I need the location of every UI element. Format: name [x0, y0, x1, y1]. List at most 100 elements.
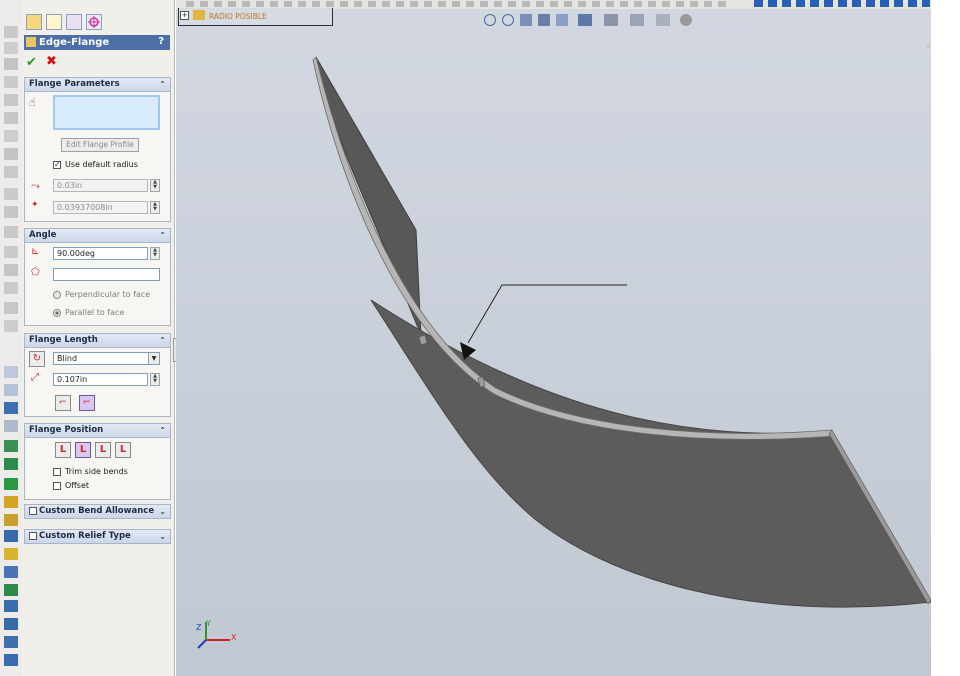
cross-break-icon[interactable] — [4, 514, 18, 526]
face-selection-field[interactable] — [53, 268, 160, 281]
rib-icon[interactable] — [4, 130, 18, 142]
parallel-to-face-radio[interactable] — [53, 309, 61, 317]
reverse-direction-button[interactable]: ↻ — [29, 351, 45, 367]
zoom-area-icon[interactable] — [502, 14, 514, 26]
unfold-icon[interactable] — [4, 618, 18, 630]
sheet-surface[interactable] — [370, 299, 931, 608]
reference-geometry-icon[interactable] — [4, 320, 18, 332]
bend-radius-spinner[interactable]: ▲ ▼ — [150, 179, 160, 192]
collapse-icon[interactable]: ⌃ — [159, 424, 166, 437]
miter-flange-icon[interactable] — [4, 440, 18, 452]
section-header[interactable]: Flange Parameters ⌃ — [25, 78, 170, 92]
apply-scene-icon[interactable] — [656, 14, 670, 26]
jog-icon[interactable] — [4, 478, 18, 490]
outer-virtual-sharp-button[interactable]: ⌐ — [55, 395, 71, 411]
thickness-spinner[interactable]: ▲ ▼ — [150, 201, 160, 214]
perpendicular-to-face-radio[interactable] — [53, 291, 61, 299]
surface-icon[interactable] — [4, 302, 18, 314]
property-manager-tab-icon[interactable] — [46, 14, 62, 30]
bend-radius-field[interactable]: 0.03in — [53, 179, 148, 192]
edit-flange-profile-button[interactable]: Edit Flange Profile — [61, 138, 139, 152]
hide-show-items-icon[interactable] — [604, 14, 618, 26]
section-header[interactable]: Flange Position ⌃ — [25, 424, 170, 438]
break-corner-icon[interactable] — [4, 566, 18, 578]
hole-icon[interactable] — [4, 188, 18, 200]
flange-position-section: Flange Position ⌃ L L L L Trim side bends… — [24, 423, 171, 500]
custom-bend-allowance-checkbox[interactable] — [29, 507, 37, 515]
lofted-bend-icon[interactable] — [4, 402, 18, 414]
collapse-icon[interactable]: ⌃ — [159, 229, 166, 242]
sketched-bend-icon[interactable] — [4, 496, 18, 508]
edge-flange-icon[interactable] — [4, 420, 18, 432]
revolve-icon[interactable] — [4, 42, 18, 54]
expand-icon[interactable]: ⌄ — [159, 530, 166, 543]
previous-view-icon[interactable] — [520, 14, 532, 26]
display-style-icon[interactable] — [578, 14, 592, 26]
material-outside-button[interactable]: L — [75, 442, 91, 458]
flange-angle-spinner[interactable]: ▲ ▼ — [150, 247, 160, 260]
offset-checkbox[interactable] — [53, 482, 61, 490]
inner-virtual-sharp-button[interactable]: ⌐ — [79, 395, 95, 411]
flange-length-field[interactable]: 0.107in — [53, 373, 148, 386]
material-inside-button[interactable]: L — [55, 442, 71, 458]
dome-icon[interactable] — [4, 206, 18, 218]
collapse-icon[interactable]: ⌃ — [159, 334, 166, 347]
expand-tree-icon[interactable]: + — [180, 11, 189, 20]
feature-manager-tab-icon[interactable] — [26, 14, 42, 30]
flange-length-spinner[interactable]: ▲ ▼ — [150, 373, 160, 386]
hem-icon[interactable] — [4, 458, 18, 470]
extruded-base-icon[interactable] — [4, 26, 18, 38]
section-header[interactable]: Custom Relief Type ⌄ — [25, 530, 170, 543]
flatten-icon[interactable] — [4, 654, 18, 666]
section-header[interactable]: Custom Bend Allowance ⌄ — [25, 505, 170, 518]
linear-pattern-icon[interactable] — [4, 246, 18, 258]
fillet-icon[interactable] — [4, 94, 18, 106]
configuration-manager-tab-icon[interactable] — [66, 14, 82, 30]
bend-outside-button[interactable]: L — [95, 442, 111, 458]
bend-from-virtual-sharp-button[interactable]: L — [115, 442, 131, 458]
fold-icon[interactable] — [4, 636, 18, 648]
sheet-metal-model[interactable]: ◦ — [176, 0, 931, 676]
circular-pattern-icon[interactable] — [4, 264, 18, 276]
vent-icon[interactable] — [4, 600, 18, 612]
chamfer-icon[interactable] — [4, 112, 18, 124]
dimxpert-tab-icon[interactable] — [86, 14, 102, 30]
check-icon[interactable]: ✔ — [26, 55, 37, 70]
shell-icon[interactable] — [4, 148, 18, 160]
section-view-icon[interactable] — [538, 14, 550, 26]
flange-angle-field[interactable]: 90.00deg — [53, 247, 148, 260]
convert-to-sheet-metal-icon[interactable] — [4, 384, 18, 396]
use-default-radius-checkbox[interactable]: ✓ — [53, 161, 61, 169]
feature-title: Edge-Flange — [39, 37, 110, 48]
trim-side-bends-checkbox[interactable] — [53, 468, 61, 476]
edit-appearance-icon[interactable] — [630, 14, 644, 26]
zoom-to-fit-icon[interactable] — [484, 14, 496, 26]
standard-views-icons[interactable] — [754, 0, 930, 7]
help-button[interactable]: ? — [158, 36, 164, 47]
thickness-field[interactable]: 0.03937008in — [53, 201, 148, 214]
draft-icon[interactable] — [4, 166, 18, 178]
chevron-down-icon[interactable]: ▼ — [148, 353, 159, 364]
mirror-icon[interactable] — [4, 226, 18, 238]
view-orientation-icon[interactable] — [556, 14, 568, 26]
forming-tool-icon[interactable] — [4, 584, 18, 596]
curve-icon[interactable] — [4, 282, 18, 294]
loft-icon[interactable] — [4, 76, 18, 88]
sweep-icon[interactable] — [4, 58, 18, 70]
graphics-area[interactable]: ◦ X Y Z — [176, 0, 931, 676]
custom-relief-type-checkbox[interactable] — [29, 532, 37, 540]
x-icon[interactable]: ✖ — [46, 54, 57, 69]
part-name[interactable]: RADIO POSIBLE — [209, 12, 267, 21]
edge-flange-icon — [26, 37, 36, 47]
toolbar-icons[interactable] — [186, 1, 726, 7]
section-header[interactable]: Flange Length ⌃ — [25, 334, 170, 348]
end-condition-dropdown[interactable]: Blind ▼ — [53, 352, 160, 365]
view-settings-icon[interactable] — [680, 14, 692, 26]
welded-corner-icon[interactable] — [4, 548, 18, 560]
section-header[interactable]: Angle ⌃ — [25, 229, 170, 243]
edge-selection-box[interactable] — [53, 95, 160, 130]
expand-icon[interactable]: ⌄ — [159, 505, 166, 518]
base-flange-icon[interactable] — [4, 366, 18, 378]
collapse-icon[interactable]: ⌃ — [159, 78, 166, 91]
closed-corner-icon[interactable] — [4, 530, 18, 542]
